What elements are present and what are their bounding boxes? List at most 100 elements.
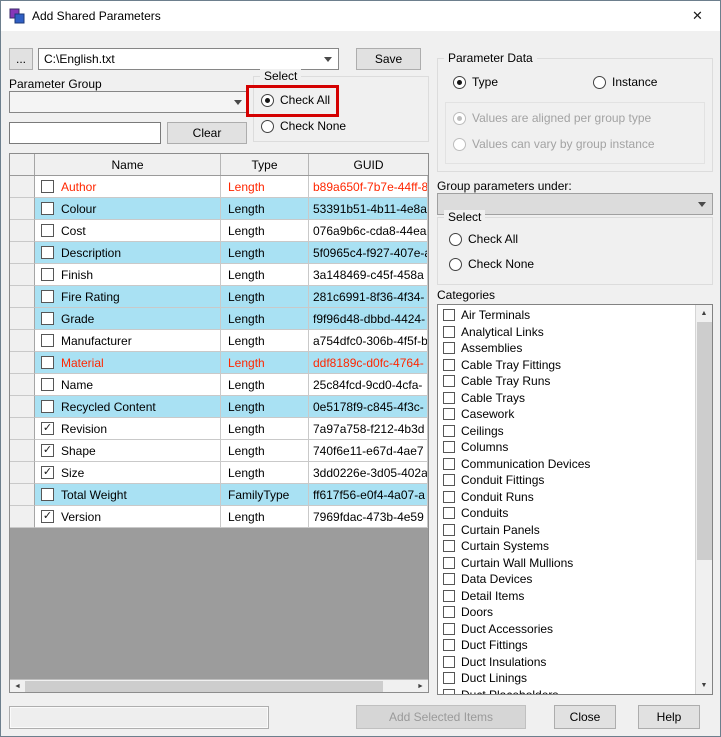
name-cell[interactable]: Grade bbox=[35, 308, 221, 330]
category-item[interactable]: Ceilings bbox=[443, 423, 695, 440]
name-cell[interactable]: Colour bbox=[35, 198, 221, 220]
category-item[interactable]: Cable Trays bbox=[443, 390, 695, 407]
values-aligned-radio[interactable]: Values are aligned per group type bbox=[453, 111, 651, 125]
scroll-up-button[interactable]: ▲ bbox=[696, 305, 713, 322]
category-checkbox[interactable] bbox=[443, 358, 455, 371]
name-cell[interactable]: ✓ Version bbox=[35, 506, 221, 528]
category-item[interactable]: Duct Accessories bbox=[443, 621, 695, 638]
table-row[interactable]: Total Weight FamilyType ff617f56-e0f4-4a07… bbox=[10, 484, 428, 506]
category-checkbox[interactable] bbox=[443, 342, 455, 355]
row-checkbox[interactable] bbox=[41, 378, 54, 391]
category-item[interactable]: Duct Insulations bbox=[443, 654, 695, 671]
category-checkbox[interactable] bbox=[443, 523, 455, 536]
category-item[interactable]: Curtain Panels bbox=[443, 522, 695, 539]
table-row[interactable]: Cost Length 076a9b6c-cda8-44ea bbox=[10, 220, 428, 242]
row-checkbox[interactable] bbox=[41, 334, 54, 347]
categories-list[interactable]: Air Terminals Analytical Links Assemblies C… bbox=[437, 304, 713, 695]
name-cell[interactable]: Name bbox=[35, 374, 221, 396]
category-item[interactable]: Assemblies bbox=[443, 340, 695, 357]
category-checkbox[interactable] bbox=[443, 540, 455, 553]
scroll-right-button[interactable]: ► bbox=[413, 680, 428, 693]
category-checkbox[interactable] bbox=[443, 309, 455, 322]
category-checkbox[interactable] bbox=[443, 424, 455, 437]
row-checkbox[interactable]: ✓ bbox=[41, 444, 54, 457]
row-checkbox[interactable]: ✓ bbox=[41, 510, 54, 523]
scroll-left-button[interactable]: ◄ bbox=[10, 680, 25, 693]
horizontal-scroll-thumb[interactable] bbox=[25, 680, 383, 692]
help-button[interactable]: Help bbox=[638, 705, 700, 729]
name-cell[interactable]: Recycled Content bbox=[35, 396, 221, 418]
category-item[interactable]: Curtain Wall Mullions bbox=[443, 555, 695, 572]
row-checkbox[interactable] bbox=[41, 224, 54, 237]
category-checkbox[interactable] bbox=[443, 573, 455, 586]
category-item[interactable]: Duct Fittings bbox=[443, 637, 695, 654]
check-none-radio-left[interactable]: Check None bbox=[261, 119, 346, 133]
category-item[interactable]: Analytical Links bbox=[443, 324, 695, 341]
name-cell[interactable]: ✓ Size bbox=[35, 462, 221, 484]
category-checkbox[interactable] bbox=[443, 457, 455, 470]
category-item[interactable]: Curtain Systems bbox=[443, 538, 695, 555]
row-checkbox[interactable] bbox=[41, 202, 54, 215]
table-row[interactable]: Colour Length 53391b51-4b11-4e8a bbox=[10, 198, 428, 220]
category-item[interactable]: Communication Devices bbox=[443, 456, 695, 473]
category-item[interactable]: Conduits bbox=[443, 505, 695, 522]
categories-scrollbar[interactable]: ▲ ▼ bbox=[695, 305, 712, 694]
name-cell[interactable]: Total Weight bbox=[35, 484, 221, 506]
table-row[interactable]: Manufacturer Length a754dfc0-306b-4f5f-b bbox=[10, 330, 428, 352]
table-row[interactable]: Description Length 5f0965c4-f927-407e-a bbox=[10, 242, 428, 264]
category-checkbox[interactable] bbox=[443, 375, 455, 388]
category-checkbox[interactable] bbox=[443, 672, 455, 685]
table-row[interactable]: ✓ Version Length 7969fdac-473b-4e59 bbox=[10, 506, 428, 528]
row-checkbox[interactable] bbox=[41, 312, 54, 325]
type-radio[interactable]: Type bbox=[453, 75, 498, 89]
check-all-radio-right[interactable]: Check All bbox=[449, 232, 518, 246]
name-cell[interactable]: Manufacturer bbox=[35, 330, 221, 352]
values-vary-radio[interactable]: Values can vary by group instance bbox=[453, 137, 655, 151]
row-checkbox[interactable] bbox=[41, 290, 54, 303]
category-item[interactable]: Duct Linings bbox=[443, 670, 695, 687]
category-item[interactable]: Air Terminals bbox=[443, 307, 695, 324]
category-checkbox[interactable] bbox=[443, 391, 455, 404]
check-none-radio-right[interactable]: Check None bbox=[449, 257, 534, 271]
row-checkbox[interactable]: ✓ bbox=[41, 422, 54, 435]
category-checkbox[interactable] bbox=[443, 490, 455, 503]
category-item[interactable]: Detail Items bbox=[443, 588, 695, 605]
category-item[interactable]: Columns bbox=[443, 439, 695, 456]
category-checkbox[interactable] bbox=[443, 408, 455, 421]
name-cell[interactable]: Material bbox=[35, 352, 221, 374]
category-item[interactable]: Conduit Fittings bbox=[443, 472, 695, 489]
table-row[interactable]: Grade Length f9f96d48-dbbd-4424- bbox=[10, 308, 428, 330]
name-cell[interactable]: Cost bbox=[35, 220, 221, 242]
name-cell[interactable]: Description bbox=[35, 242, 221, 264]
table-row[interactable]: Fire Rating Length 281c6991-8f36-4f34- bbox=[10, 286, 428, 308]
filter-input[interactable] bbox=[9, 122, 161, 144]
category-checkbox[interactable] bbox=[443, 589, 455, 602]
row-checkbox[interactable]: ✓ bbox=[41, 466, 54, 479]
parameter-table[interactable]: Name Type GUID Author Length b89a650f-7b7e… bbox=[9, 153, 429, 693]
name-cell[interactable]: Fire Rating bbox=[35, 286, 221, 308]
category-checkbox[interactable] bbox=[443, 325, 455, 338]
category-item[interactable]: Data Devices bbox=[443, 571, 695, 588]
category-checkbox[interactable] bbox=[443, 441, 455, 454]
category-item[interactable]: Duct Placeholders bbox=[443, 687, 695, 694]
close-button[interactable]: Close bbox=[554, 705, 616, 729]
table-row[interactable]: ✓ Revision Length 7a97a758-f212-4b3d bbox=[10, 418, 428, 440]
row-checkbox[interactable] bbox=[41, 180, 54, 193]
name-cell[interactable]: Finish bbox=[35, 264, 221, 286]
instance-radio[interactable]: Instance bbox=[593, 75, 657, 89]
table-row[interactable]: Recycled Content Length 0e5178f9-c845-4f3c… bbox=[10, 396, 428, 418]
horizontal-scrollbar[interactable]: ◄ ► bbox=[10, 679, 428, 692]
category-item[interactable]: Cable Tray Fittings bbox=[443, 357, 695, 374]
table-row[interactable]: Finish Length 3a148469-c45f-458a bbox=[10, 264, 428, 286]
add-selected-items-button[interactable]: Add Selected Items bbox=[356, 705, 526, 729]
category-checkbox[interactable] bbox=[443, 655, 455, 668]
category-item[interactable]: Cable Tray Runs bbox=[443, 373, 695, 390]
category-checkbox[interactable] bbox=[443, 622, 455, 635]
name-column-header[interactable]: Name bbox=[35, 154, 221, 175]
table-row[interactable]: ✓ Size Length 3dd0226e-3d05-402a bbox=[10, 462, 428, 484]
name-cell[interactable]: Author bbox=[35, 176, 221, 198]
category-item[interactable]: Casework bbox=[443, 406, 695, 423]
titlebar-close-button[interactable]: ✕ bbox=[675, 1, 720, 31]
save-button[interactable]: Save bbox=[356, 48, 421, 70]
type-column-header[interactable]: Type bbox=[221, 154, 309, 175]
